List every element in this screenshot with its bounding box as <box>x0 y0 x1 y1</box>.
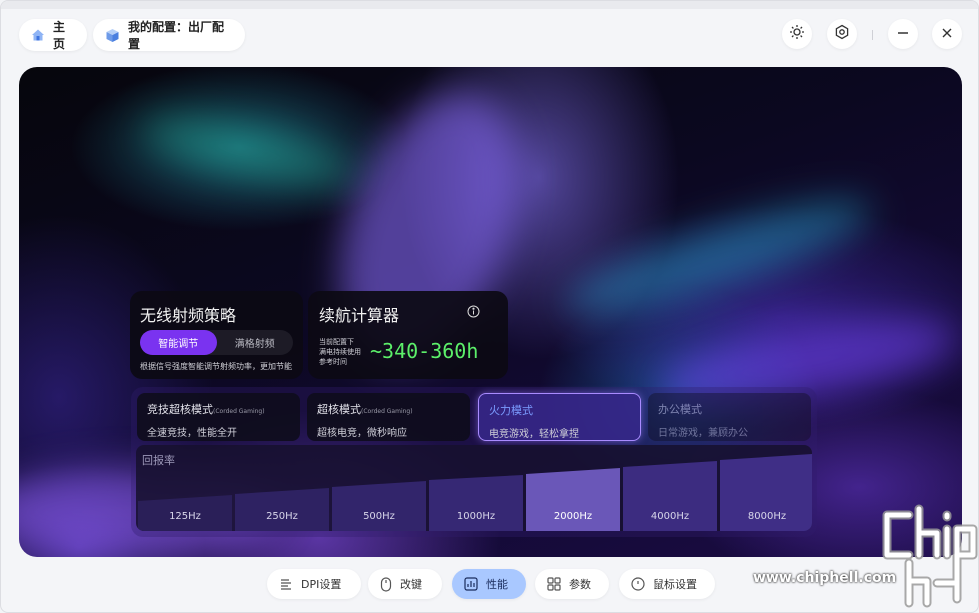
polling-tick-label: 500Hz <box>363 511 395 522</box>
mode-title: 超核模式(Corded Gaming) <box>317 403 413 416</box>
home-icon <box>31 28 45 42</box>
mode-card-firepower[interactable]: 火力模式 电竞游戏，轻松拿捏 <box>478 393 641 441</box>
battery-value: ~340-360h <box>370 339 479 363</box>
info-icon[interactable] <box>467 303 480 322</box>
light-streak <box>136 104 362 200</box>
mode-card-competitive-ultra[interactable]: 竞技超核模式(Corded Gaming) 全速竞技，性能全开 <box>137 393 300 441</box>
mode-card-office[interactable]: 办公模式 日常游戏，兼顾办公 <box>648 393 811 441</box>
polling-step-250[interactable] <box>235 488 329 531</box>
mouse-icon <box>631 577 645 591</box>
mode-subtitle: 日常游戏，兼顾办公 <box>658 428 748 439</box>
wireless-strategy-panel: 无线射频策略 智能调节 满格射频 根据信号强度智能调节射频功率，更加节能 <box>130 291 303 379</box>
wireless-option-smart[interactable]: 智能调节 <box>140 330 217 355</box>
battery-caption-line: 当前配置下 <box>319 338 354 346</box>
nav-key-remap[interactable]: 改键 <box>368 569 442 599</box>
brightness-button[interactable] <box>782 19 812 49</box>
nav-label: 鼠标设置 <box>653 578 697 591</box>
performance-modes-panel: 竞技超核模式(Corded Gaming) 全速竞技，性能全开 超核模式(Cor… <box>131 387 817 537</box>
hexagon-gear-icon <box>834 24 850 44</box>
polling-tick-label: 4000Hz <box>650 511 690 522</box>
grid-icon <box>547 577 561 591</box>
mode-subtitle: 超核电竞，微秒响应 <box>317 428 407 439</box>
sun-icon <box>789 24 805 44</box>
wireless-title: 无线射频策略 <box>140 306 237 325</box>
nav-dpi-settings[interactable]: DPI设置 <box>267 569 361 599</box>
top-strip <box>1 1 978 9</box>
home-label: 主页 <box>53 20 66 51</box>
mouse-button-icon <box>380 576 392 592</box>
home-button[interactable]: 主页 <box>19 19 87 51</box>
hero-background: 无线射频策略 智能调节 满格射频 根据信号强度智能调节射频功率，更加节能 续航计… <box>19 67 962 557</box>
mode-title: 办公模式 <box>658 403 702 416</box>
mode-card-ultra[interactable]: 超核模式(Corded Gaming) 超核电竞，微秒响应 <box>307 393 470 441</box>
minimize-icon <box>896 25 910 44</box>
config-label: 我的配置：出厂配置 <box>128 20 225 51</box>
nav-parameters[interactable]: 参数 <box>535 569 609 599</box>
nav-mouse-settings[interactable]: 鼠标设置 <box>619 569 715 599</box>
polling-step-500[interactable] <box>332 481 426 531</box>
battery-caption-line: 满电持续使用 <box>319 348 361 356</box>
polling-rate-selector: 回报率 125Hz 250Hz 500Hz 1000Hz 2000Hz 4000… <box>136 445 812 531</box>
header-separator <box>872 30 873 40</box>
polling-tick-label: 2000Hz <box>553 511 593 522</box>
light-streak <box>557 179 881 335</box>
dpi-icon <box>279 577 293 591</box>
nav-performance[interactable]: 性能 <box>452 569 526 599</box>
mode-title: 竞技超核模式(Corded Gaming) <box>147 403 265 416</box>
nav-label: 参数 <box>569 578 591 591</box>
nav-label: 性能 <box>486 578 508 591</box>
mode-subtitle: 全速竞技，性能全开 <box>147 428 237 439</box>
settings-button[interactable] <box>827 19 857 49</box>
wireless-option-full[interactable]: 满格射频 <box>217 330 294 355</box>
polling-step-1000[interactable] <box>429 475 523 531</box>
mode-subtitle: 电竞游戏，轻松拿捏 <box>489 429 579 440</box>
polling-tick-label: 125Hz <box>169 511 201 522</box>
polling-tick-label: 1000Hz <box>456 511 496 522</box>
chiphell-watermark-logo <box>882 504 978 608</box>
battery-caption-line: 参考时间 <box>319 358 347 366</box>
app-window: 主页 我的配置：出厂配置 无线射频策略 智能调节 满格射频 根据信号强度智能调节… <box>0 0 979 613</box>
close-button[interactable] <box>932 19 962 49</box>
wireless-segmented-control: 智能调节 满格射频 <box>140 330 293 355</box>
minimize-button[interactable] <box>888 19 918 49</box>
battery-title: 续航计算器 <box>319 306 400 325</box>
cube-icon <box>105 28 120 43</box>
battery-calculator-panel: 续航计算器 当前配置下 满电持续使用 参考时间 ~340-360h <box>308 291 508 379</box>
watermark-url: www.chiphell.com <box>753 570 897 586</box>
config-button[interactable]: 我的配置：出厂配置 <box>93 19 245 51</box>
nav-label: DPI设置 <box>301 578 342 591</box>
performance-chart-icon <box>464 577 478 591</box>
mode-title: 火力模式 <box>489 404 533 417</box>
nav-label: 改键 <box>400 578 422 591</box>
wireless-description: 根据信号强度智能调节射频功率，更加节能 <box>140 362 292 371</box>
close-icon <box>940 25 954 44</box>
polling-tick-label: 250Hz <box>266 511 298 522</box>
battery-caption: 当前配置下 满电持续使用 参考时间 <box>319 337 361 367</box>
